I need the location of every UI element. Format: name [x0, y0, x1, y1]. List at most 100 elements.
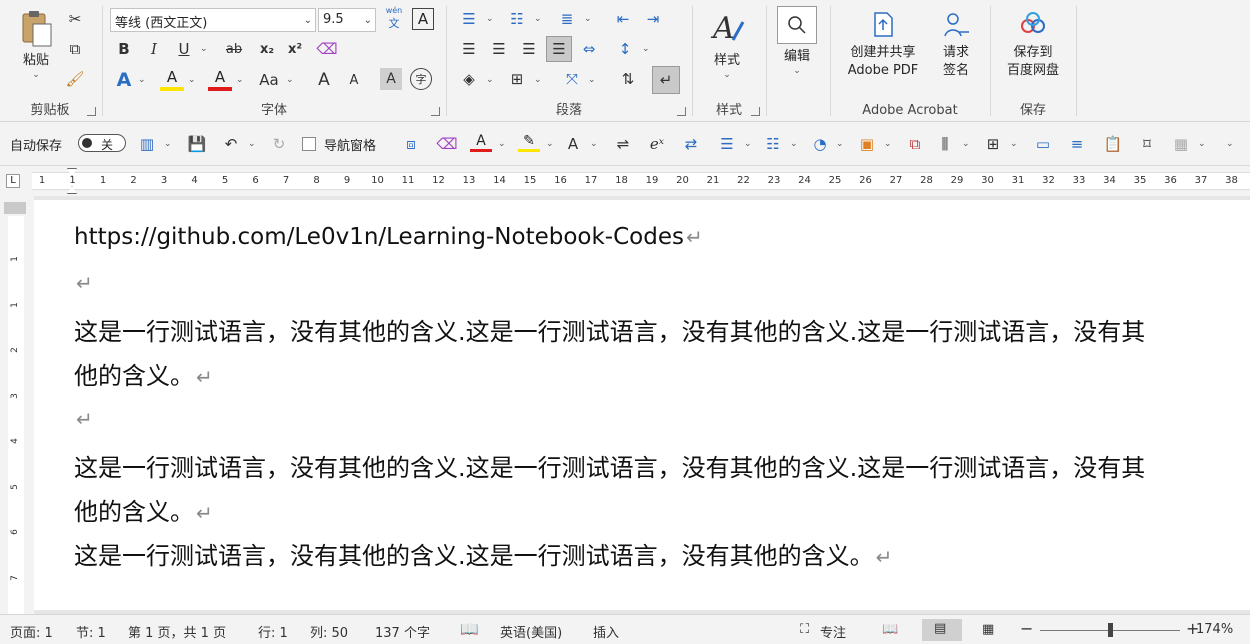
- lines-icon[interactable]: ≡: [1066, 133, 1088, 155]
- comment-icon[interactable]: ⌑: [1136, 133, 1158, 155]
- status-language[interactable]: 英语(美国): [500, 622, 562, 641]
- multilevel-list-icon[interactable]: ≣: [556, 8, 578, 30]
- chinese-layout-icon[interactable]: ⤧: [560, 68, 584, 90]
- chevron-down-icon[interactable]: ⌄: [486, 14, 494, 24]
- chevron-down-icon[interactable]: ⌄: [236, 75, 244, 85]
- copy-icon[interactable]: ⧉: [66, 40, 84, 58]
- status-insert-mode[interactable]: 插入: [593, 622, 619, 641]
- undo-icon[interactable]: ↶: [220, 133, 242, 155]
- chevron-down-icon[interactable]: ⌄: [1010, 139, 1018, 149]
- create-share-pdf-button[interactable]: 创建并共享 Adobe PDF: [838, 10, 928, 80]
- increase-indent-icon[interactable]: ⇥: [642, 8, 664, 30]
- styles-button[interactable]: A 样式 ⌄: [702, 8, 752, 80]
- paste-dropdown-icon[interactable]: ⌄: [12, 70, 60, 80]
- bullets-icon[interactable]: ☰: [458, 8, 480, 30]
- copy-format-icon[interactable]: ⧉: [904, 133, 926, 155]
- redo-icon[interactable]: ↻: [268, 133, 290, 155]
- paste-button[interactable]: 粘贴 ⌄: [12, 8, 60, 80]
- chevron-down-icon[interactable]: ⌄: [534, 75, 542, 85]
- chevron-down-icon[interactable]: ⌄: [836, 139, 844, 149]
- shapes-icon[interactable]: ◔: [808, 133, 832, 155]
- web-layout-icon[interactable]: ▦: [982, 622, 994, 637]
- distributed-icon[interactable]: ⇔: [578, 38, 600, 60]
- chevron-down-icon[interactable]: ⌄: [584, 14, 592, 24]
- phonetic-guide-button[interactable]: wén 文: [382, 6, 406, 31]
- read-mode-icon[interactable]: 📖: [882, 622, 898, 637]
- columns-icon[interactable]: ▥: [136, 133, 158, 155]
- request-signature-button[interactable]: 请求 签名: [932, 10, 980, 80]
- paragraph-url[interactable]: https://github.com/Le0v1n/Learning-Noteb…: [74, 224, 703, 250]
- font-color-button[interactable]: A: [208, 68, 232, 92]
- show-marks-icon[interactable]: ↵: [652, 66, 680, 94]
- status-section[interactable]: 节: 1: [76, 622, 106, 641]
- styles-launcher-icon[interactable]: [751, 107, 760, 116]
- chevron-down-icon[interactable]: ⌄: [534, 14, 542, 24]
- chevron-down-icon[interactable]: ⌄: [188, 75, 196, 85]
- character-border-button[interactable]: A: [412, 8, 434, 30]
- proofing-icon[interactable]: 📖: [460, 620, 479, 638]
- sort-icon[interactable]: ⇅: [616, 68, 640, 90]
- columns-break-icon[interactable]: ⫼: [934, 133, 956, 155]
- decrease-indent-icon[interactable]: ⇤: [612, 8, 634, 30]
- qat-numbering-icon[interactable]: ☷: [762, 133, 784, 155]
- paragraph-line[interactable]: 这是一行测试语言，没有其他的含义.这是一行测试语言，没有其他的含义.这是一行测试…: [74, 312, 1145, 347]
- paragraph-launcher-icon[interactable]: [677, 107, 686, 116]
- paragraph-empty[interactable]: ↵: [74, 268, 93, 296]
- subscript-button[interactable]: x₂: [256, 38, 278, 60]
- chevron-down-icon[interactable]: ⌄: [248, 139, 256, 149]
- borders-icon[interactable]: ⊞: [506, 68, 528, 90]
- document-page[interactable]: https://github.com/Le0v1n/Learning-Noteb…: [34, 200, 1250, 610]
- zoom-slider-thumb[interactable]: [1108, 623, 1113, 637]
- equation-icon[interactable]: eˣ: [646, 133, 668, 155]
- text-effects-button[interactable]: A: [112, 68, 136, 92]
- chevron-down-icon[interactable]: ⌄: [200, 44, 208, 54]
- status-line[interactable]: 行: 1: [258, 622, 288, 641]
- status-page-of[interactable]: 第 1 页，共 1 页: [128, 622, 226, 641]
- convert-icon[interactable]: ⇄: [680, 133, 702, 155]
- chevron-down-icon[interactable]: ⌄: [486, 75, 494, 85]
- cut-icon[interactable]: ✂: [66, 10, 84, 28]
- change-case-button[interactable]: Aa: [256, 68, 282, 92]
- qat-highlight-button[interactable]: ✎: [518, 133, 540, 157]
- status-page[interactable]: 页面: 1: [10, 622, 53, 641]
- qat-bullets-icon[interactable]: ☰: [716, 133, 738, 155]
- chevron-down-icon[interactable]: ⌄: [498, 139, 506, 149]
- format-painter-icon[interactable]: 🖌: [65, 70, 84, 88]
- focus-mode-label[interactable]: 专注: [820, 622, 846, 641]
- zoom-out-button[interactable]: −: [1020, 619, 1033, 638]
- align-center-icon[interactable]: ☰: [488, 38, 510, 60]
- chevron-down-icon[interactable]: ⌄: [642, 44, 650, 54]
- italic-button[interactable]: I: [144, 38, 164, 60]
- paragraph-empty[interactable]: ↵: [74, 404, 93, 432]
- header-icon[interactable]: ▭: [1032, 133, 1054, 155]
- font-launcher-icon[interactable]: [431, 107, 440, 116]
- chevron-down-icon[interactable]: ⌄: [138, 75, 146, 85]
- paragraph-line[interactable]: 他的含义。 ↵: [74, 356, 213, 391]
- highlight-button[interactable]: A: [160, 68, 184, 92]
- chevron-down-icon[interactable]: ⌄: [962, 139, 970, 149]
- chevron-down-icon[interactable]: ⌄: [546, 139, 554, 149]
- bold-button[interactable]: B: [114, 38, 134, 60]
- line-spacing-icon[interactable]: ↕: [614, 38, 636, 60]
- clipboard-launcher-icon[interactable]: [87, 107, 96, 116]
- zoom-level[interactable]: 174%: [1196, 622, 1233, 637]
- eraser-icon[interactable]: ⌫: [436, 133, 458, 155]
- numbering-icon[interactable]: ☷: [506, 8, 528, 30]
- text-box-icon[interactable]: ⧈: [400, 133, 422, 155]
- tab-selector-icon[interactable]: L: [6, 174, 20, 188]
- chevron-down-icon[interactable]: ⌄: [164, 139, 172, 149]
- save-icon[interactable]: 💾: [186, 133, 208, 155]
- editing-button[interactable]: 编辑 ⌄: [774, 6, 820, 76]
- shading-icon[interactable]: ◈: [458, 68, 480, 90]
- enclose-characters-button[interactable]: 字: [410, 68, 432, 90]
- paragraph-line[interactable]: 他的含义。 ↵: [74, 492, 213, 527]
- focus-icon[interactable]: ⛶: [800, 622, 809, 637]
- status-column[interactable]: 列: 50: [310, 622, 348, 641]
- save-to-baidu-button[interactable]: 保存到 百度网盘: [998, 10, 1068, 80]
- chevron-down-icon[interactable]: ⌄: [884, 139, 892, 149]
- clipboard-icon[interactable]: 📋: [1102, 133, 1124, 155]
- autosave-toggle[interactable]: 关: [78, 134, 126, 152]
- align-right-icon[interactable]: ☰: [518, 38, 540, 60]
- grid-icon[interactable]: ▦: [1170, 133, 1192, 155]
- chevron-down-icon[interactable]: ⌄: [590, 139, 598, 149]
